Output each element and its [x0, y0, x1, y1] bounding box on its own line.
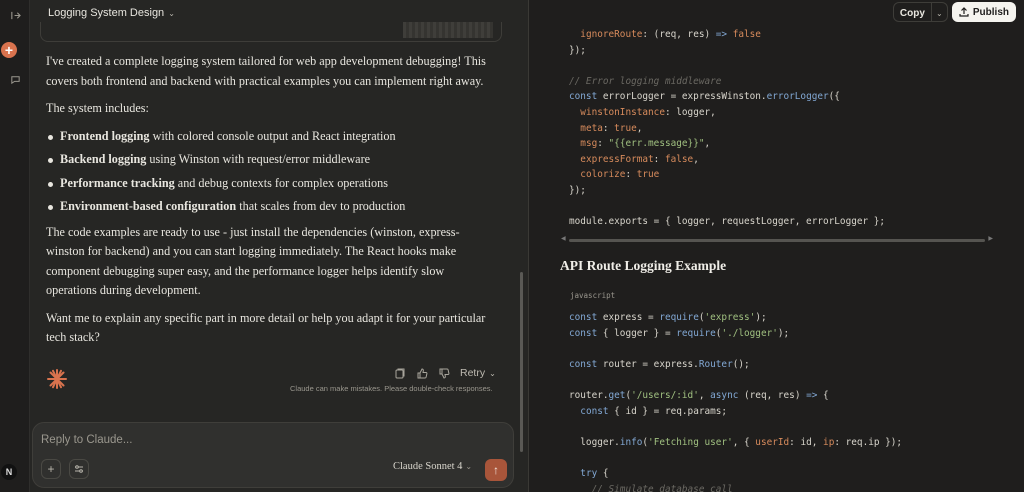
model-selector[interactable]: Claude Sonnet 4 ⌄	[393, 461, 472, 472]
list-item: Environment-based configuration that sca…	[46, 197, 486, 217]
retry-button[interactable]: Retry ⌄	[460, 367, 496, 379]
assistant-message: I've created a complete logging system t…	[46, 52, 486, 356]
chat-scrollbar[interactable]	[520, 272, 523, 452]
publish-label: Publish	[972, 6, 1009, 18]
new-chat-icon[interactable]: +	[1, 42, 17, 58]
sliders-icon	[75, 465, 83, 473]
copy-button[interactable]: Copy	[894, 3, 931, 21]
chats-icon[interactable]	[0, 68, 30, 90]
feature-list: Frontend logging with colored console ou…	[46, 127, 486, 217]
reply-input[interactable]	[41, 431, 401, 449]
disclaimer-text: Claude can make mistakes. Please double-…	[290, 384, 493, 393]
message-actions: Retry ⌄	[394, 364, 496, 382]
list-item: Performance tracking and debug contexts …	[46, 174, 486, 194]
conversation-title[interactable]: Logging System Design ⌄	[48, 5, 175, 21]
conversation-title-text: Logging System Design	[48, 7, 165, 19]
artifact-thumbnail	[403, 22, 493, 38]
avatar[interactable]: N	[1, 464, 17, 480]
code-horizontal-scrollbar[interactable]: ◀ ▶	[561, 235, 993, 243]
chevron-down-icon: ⌄	[489, 368, 496, 378]
copy-icon[interactable]	[394, 367, 406, 379]
thumbs-down-icon[interactable]	[438, 367, 450, 379]
publish-button[interactable]: Publish	[951, 2, 1016, 22]
artifact-panel: Copy ⌄ Publish ignoreRoute: (req, res) =…	[528, 0, 1024, 492]
chat-area: Logging System Design ⌄ I've created a c…	[30, 0, 528, 492]
scroll-right-icon[interactable]: ▶	[988, 235, 993, 242]
list-item: Backend logging using Winston with reque…	[46, 150, 486, 170]
thumbs-up-icon[interactable]	[416, 367, 428, 379]
message-includes-heading: The system includes:	[46, 101, 149, 115]
code-language-label: javascript	[570, 291, 616, 300]
chevron-down-icon: ⌄	[465, 462, 473, 471]
section-heading: API Route Logging Example	[560, 258, 727, 273]
plus-icon: +	[47, 462, 55, 476]
add-attachment-button[interactable]: +	[41, 459, 61, 479]
copy-options-button[interactable]: ⌄	[930, 3, 947, 21]
list-item: Frontend logging with colored console ou…	[46, 127, 486, 147]
chevron-down-icon: ⌄	[168, 8, 175, 18]
scroll-left-icon[interactable]: ◀	[561, 235, 566, 242]
artifact-card[interactable]	[40, 22, 502, 42]
retry-label: Retry	[460, 367, 486, 379]
composer: + Claude Sonnet 4 ⌄ ↑	[32, 422, 514, 488]
upload-icon	[959, 7, 969, 17]
model-label: Claude Sonnet 4	[393, 461, 463, 472]
arrow-up-icon: ↑	[493, 463, 499, 477]
message-paragraph: Want me to explain any specific part in …	[46, 310, 486, 345]
artifact-toolbar: Copy ⌄ Publish	[892, 2, 1016, 22]
left-rail: + N	[0, 0, 30, 492]
message-paragraph: The code examples are ready to use - jus…	[46, 224, 460, 298]
scrollbar-thumb[interactable]	[569, 239, 985, 242]
claude-logo-icon	[47, 369, 67, 389]
code-block-api-route: const express = require('express'); cons…	[569, 312, 903, 492]
code-block-logger: ignoreRoute: (req, res) => false }); // …	[569, 29, 886, 228]
chevron-down-icon: ⌄	[936, 8, 943, 18]
expand-sidebar-icon[interactable]	[0, 4, 30, 26]
copy-group: Copy ⌄	[892, 2, 948, 22]
message-intro: I've created a complete logging system t…	[46, 54, 486, 88]
send-button[interactable]: ↑	[485, 459, 507, 481]
tools-button[interactable]	[69, 459, 89, 479]
